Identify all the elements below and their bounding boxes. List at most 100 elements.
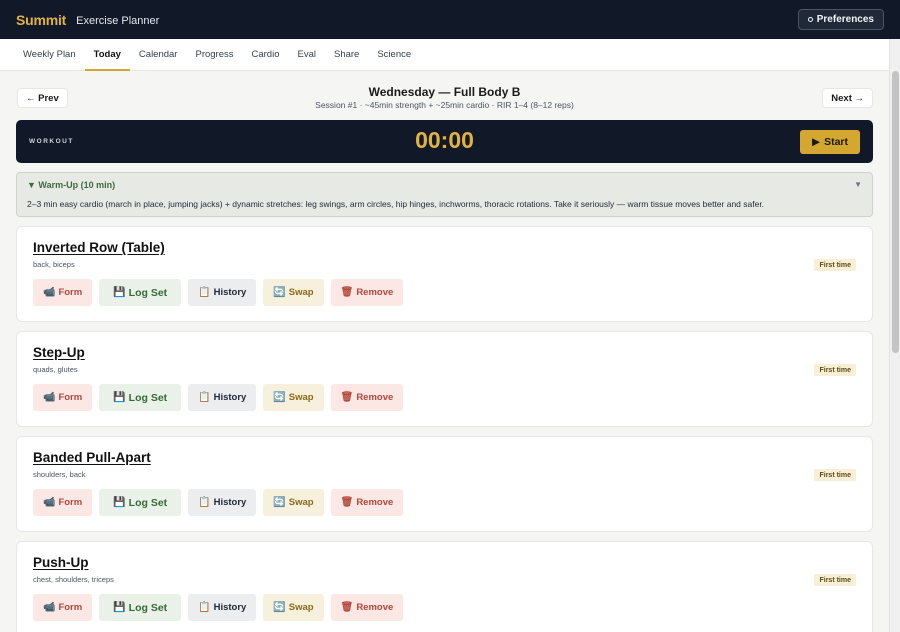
tab-calendar[interactable]: Calendar <box>130 49 187 70</box>
swap-button[interactable]: 🔄 Swap <box>263 279 324 306</box>
exercise-name[interactable]: Step-Up <box>33 345 85 360</box>
trash-icon: 🗑 <box>340 497 354 508</box>
exercise-actions: 📹 Form 💾 Log Set 📋 History 🔄 Swap 🗑 Remove <box>33 384 404 411</box>
remove-button[interactable]: 🗑 Remove <box>330 384 404 411</box>
form-label: Form <box>58 602 83 613</box>
swap-icon: 🔄 <box>273 392 286 403</box>
exercise-name[interactable]: Push-Up <box>33 555 89 570</box>
remove-label: Remove <box>356 287 394 298</box>
start-timer-button[interactable]: ▶ Start <box>799 130 860 154</box>
today-view: ← Prev Wednesday — Full Body B Session #… <box>0 71 889 632</box>
exercise-name[interactable]: Banded Pull-Apart <box>33 450 151 465</box>
next-session-button[interactable]: Next → <box>822 88 873 108</box>
start-label: Start <box>824 136 848 148</box>
log-set-button[interactable]: 💾 Log Set <box>99 384 182 411</box>
video-camera-icon: 📹 <box>43 287 56 298</box>
preferences-button[interactable]: Preferences <box>797 9 884 30</box>
remove-label: Remove <box>356 497 394 508</box>
status-badge: First time <box>814 259 856 271</box>
clipboard-icon: 📋 <box>198 602 211 613</box>
tab-eval[interactable]: Eval <box>289 49 325 70</box>
exercise-name[interactable]: Inverted Row (Table) <box>33 240 165 255</box>
floppy-disk-icon: 💾 <box>113 602 126 613</box>
trash-icon: 🗑 <box>340 287 354 298</box>
form-label: Form <box>58 392 83 403</box>
tab-weekly-plan[interactable]: Weekly Plan <box>14 49 85 70</box>
swap-button[interactable]: 🔄 Swap <box>263 594 324 621</box>
exercise-muscles: chest, shoulders, triceps <box>33 575 114 584</box>
remove-button[interactable]: 🗑 Remove <box>330 489 404 516</box>
history-label: History <box>213 287 247 298</box>
clipboard-icon: 📋 <box>198 392 211 403</box>
exercise-actions: 📹 Form 💾 Log Set 📋 History 🔄 Swap 🗑 Remove <box>33 489 404 516</box>
remove-label: Remove <box>356 602 394 613</box>
form-label: Form <box>58 497 83 508</box>
tab-today[interactable]: Today <box>84 49 131 71</box>
exercise-card: Banded Pull-Apart shoulders, back First … <box>16 436 873 532</box>
gear-icon <box>807 17 813 22</box>
session-header: ← Prev Wednesday — Full Body B Session #… <box>16 71 873 120</box>
play-icon: ▶ <box>811 136 821 148</box>
tab-share[interactable]: Share <box>325 49 368 70</box>
video-camera-icon: 📹 <box>43 392 56 403</box>
form-button[interactable]: 📹 Form <box>33 384 93 411</box>
swap-label: Swap <box>288 287 314 298</box>
log-set-label: Log Set <box>128 286 168 299</box>
history-button[interactable]: 📋 History <box>188 594 257 621</box>
top-bar: Summit Exercise Planner Preferences <box>0 0 900 39</box>
warmup-description: 2–3 min easy cardio (march in place, jum… <box>27 199 765 209</box>
page-scrollbar[interactable] <box>889 39 900 632</box>
exercise-muscles: shoulders, back <box>33 470 86 479</box>
video-camera-icon: 📹 <box>43 602 56 613</box>
exercise-actions: 📹 Form 💾 Log Set 📋 History 🔄 Swap 🗑 Remove <box>33 594 404 621</box>
log-set-button[interactable]: 💾 Log Set <box>99 489 182 516</box>
status-badge: First time <box>814 574 856 586</box>
form-button[interactable]: 📹 Form <box>33 594 93 621</box>
warmup-title[interactable]: ▼ Warm-Up (10 min) <box>27 180 115 190</box>
scrollbar-thumb[interactable] <box>892 71 899 353</box>
tab-cardio[interactable]: Cardio <box>243 49 289 70</box>
remove-button[interactable]: 🗑 Remove <box>330 594 404 621</box>
trash-icon: 🗑 <box>340 392 354 403</box>
swap-icon: 🔄 <box>273 497 286 508</box>
timer-value: 00:00 <box>415 127 474 153</box>
swap-icon: 🔄 <box>273 602 286 613</box>
history-label: History <box>213 497 247 508</box>
exercise-card: Step-Up quads, glutes First time 📹 Form 💾… <box>16 331 873 427</box>
session-title: Wednesday — Full Body B <box>368 85 521 99</box>
exercise-card: Inverted Row (Table) back, biceps First … <box>16 226 873 322</box>
form-button[interactable]: 📹 Form <box>33 489 93 516</box>
history-button[interactable]: 📋 History <box>188 489 257 516</box>
swap-button[interactable]: 🔄 Swap <box>263 384 324 411</box>
main-tabs: Weekly Plan Today Calendar Progress Card… <box>0 39 889 71</box>
floppy-disk-icon: 💾 <box>113 287 126 298</box>
tab-science[interactable]: Science <box>368 49 420 70</box>
warmup-panel[interactable]: ▼ Warm-Up (10 min) ▼ 2–3 min easy cardio… <box>16 172 873 217</box>
tab-progress[interactable]: Progress <box>186 49 242 70</box>
log-set-label: Log Set <box>128 601 168 614</box>
log-set-label: Log Set <box>128 496 168 509</box>
floppy-disk-icon: 💾 <box>113 392 126 403</box>
log-set-label: Log Set <box>128 391 168 404</box>
log-set-button[interactable]: 💾 Log Set <box>99 594 182 621</box>
chevron-down-icon[interactable]: ▼ <box>854 180 862 189</box>
swap-label: Swap <box>288 392 314 403</box>
history-label: History <box>213 602 247 613</box>
history-button[interactable]: 📋 History <box>188 384 257 411</box>
history-label: History <box>213 392 247 403</box>
session-subtitle: Session #1 · ~45min strength + ~25min ca… <box>315 100 574 110</box>
video-camera-icon: 📹 <box>43 497 56 508</box>
exercise-muscles: quads, glutes <box>33 365 78 374</box>
clipboard-icon: 📋 <box>198 287 211 298</box>
form-button[interactable]: 📹 Form <box>33 279 93 306</box>
swap-button[interactable]: 🔄 Swap <box>263 489 324 516</box>
app-logo[interactable]: Summit <box>16 12 66 28</box>
preferences-label: Preferences <box>816 14 874 25</box>
history-button[interactable]: 📋 History <box>188 279 257 306</box>
workout-timer: WORKOUT 00:00 ▶ Start <box>16 120 873 163</box>
remove-button[interactable]: 🗑 Remove <box>330 279 404 306</box>
exercise-actions: 📹 Form 💾 Log Set 📋 History 🔄 Swap 🗑 Remove <box>33 279 404 306</box>
app-title: Exercise Planner <box>76 14 160 27</box>
remove-label: Remove <box>356 392 394 403</box>
log-set-button[interactable]: 💾 Log Set <box>99 279 182 306</box>
